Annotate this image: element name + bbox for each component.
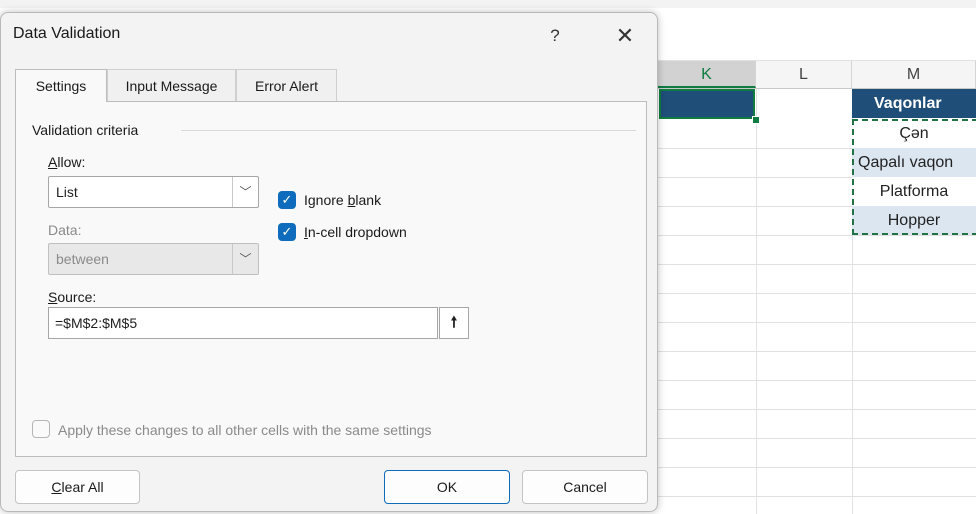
ignore-blank-label-pre: Ignore	[304, 192, 348, 208]
help-button[interactable]: ?	[538, 19, 572, 53]
allow-value: List	[56, 184, 78, 200]
source-label-text: ource:	[57, 289, 97, 305]
ignore-blank-checkbox-row[interactable]: ✓ Ignore blank	[278, 190, 418, 210]
cell-m-header[interactable]: Vaqonlar	[852, 89, 976, 118]
allow-label-text: llow:	[57, 154, 86, 170]
ok-button[interactable]: OK	[384, 470, 510, 504]
column-header-l[interactable]: L	[756, 61, 852, 88]
cell-m-value[interactable]: Qapalı vaqon	[852, 148, 976, 177]
gridline	[658, 293, 976, 294]
apply-all-label: Apply these changes to all other cells w…	[58, 422, 432, 438]
gridline	[658, 235, 976, 236]
validation-criteria-heading: Validation criteria	[32, 122, 139, 138]
cell-m-value[interactable]: Platforma	[852, 177, 976, 206]
gridline	[658, 264, 976, 265]
gridline	[756, 89, 757, 514]
ignore-blank-label[interactable]: Ignore blank	[304, 190, 381, 210]
in-cell-label-post: n-cell dropdown	[307, 224, 407, 240]
column-header-m[interactable]: M	[852, 61, 976, 88]
in-cell-dropdown-label[interactable]: In-cell dropdown	[304, 222, 407, 242]
source-input[interactable]: =$M$2:$M$5	[48, 307, 438, 339]
gridline	[658, 438, 976, 439]
clear-all-button[interactable]: Clear All	[15, 470, 140, 504]
cell-m-value[interactable]: Çən	[852, 119, 976, 148]
gridline	[658, 351, 976, 352]
data-label: Data:	[48, 222, 82, 238]
data-validation-dialog: Data Validation ? ✕ Settings Input Messa…	[0, 12, 658, 512]
close-icon[interactable]: ✕	[605, 19, 645, 53]
gridline	[658, 409, 976, 410]
data-dropdown: between ﹀	[48, 243, 259, 275]
cell-m-value[interactable]: Hopper	[852, 206, 976, 235]
collapse-dialog-icon[interactable]: 🠕	[439, 307, 469, 339]
cancel-button[interactable]: Cancel	[522, 470, 648, 504]
tab-settings[interactable]: Settings	[15, 69, 107, 102]
selected-cell-k2[interactable]	[659, 89, 755, 119]
gridline	[658, 380, 976, 381]
tab-error-alert[interactable]: Error Alert	[236, 69, 337, 101]
dialog-title: Data Validation	[13, 25, 121, 42]
data-value: between	[56, 251, 109, 267]
source-label: Source:	[48, 289, 96, 305]
source-access-key: S	[48, 289, 58, 305]
chevron-down-icon: ﹀	[232, 244, 258, 274]
gridline	[658, 467, 976, 468]
fill-handle[interactable]	[752, 116, 760, 124]
window-top-edge	[0, 0, 976, 8]
allow-label: Allow:	[48, 154, 85, 170]
settings-panel: Validation criteria Allow: List ﹀ ✓ Igno…	[15, 101, 647, 457]
allow-dropdown[interactable]: List ﹀	[48, 176, 259, 208]
clear-all-access-key: C	[51, 479, 62, 495]
ignore-blank-label-post: lank	[355, 192, 382, 208]
gridline	[658, 496, 976, 497]
allow-access-key: A	[48, 154, 58, 170]
apply-all-checkbox	[32, 420, 50, 438]
ignore-blank-checkbox[interactable]: ✓	[278, 191, 296, 209]
tab-input-message[interactable]: Input Message	[107, 69, 236, 101]
chevron-down-icon[interactable]: ﹀	[232, 177, 258, 207]
in-cell-dropdown-checkbox-row[interactable]: ✓ In-cell dropdown	[278, 222, 448, 242]
clear-all-label: lear All	[61, 479, 104, 495]
column-header-k[interactable]: K	[658, 61, 756, 88]
in-cell-dropdown-checkbox[interactable]: ✓	[278, 223, 296, 241]
gridline	[658, 322, 976, 323]
apply-all-checkbox-row: Apply these changes to all other cells w…	[32, 420, 492, 440]
divider	[181, 130, 636, 131]
